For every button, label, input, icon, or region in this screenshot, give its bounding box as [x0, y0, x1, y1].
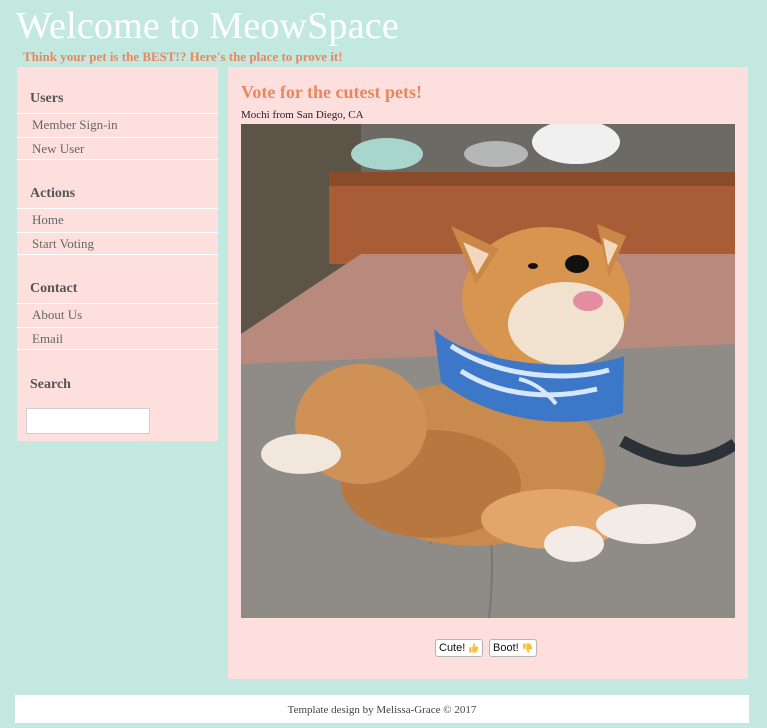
- thumbs-down-icon: [522, 643, 532, 653]
- sidebar-item-start-voting[interactable]: Start Voting: [17, 232, 218, 255]
- sidebar-heading-actions: Actions: [30, 186, 76, 201]
- site-tagline: Think your pet is the BEST!? Here's the …: [23, 49, 343, 64]
- sidebar-heading-users: Users: [30, 91, 64, 106]
- sidebar-item-new-user[interactable]: New User: [17, 137, 218, 160]
- sidebar-item-home[interactable]: Home: [17, 208, 218, 231]
- sidebar-item-member-sign-in[interactable]: Member Sign-in: [17, 113, 218, 136]
- site-title: Welcome to MeowSpace: [16, 5, 399, 47]
- sidebar-heading-contact: Contact: [30, 281, 78, 296]
- pet-photo: [241, 124, 735, 618]
- sidebar-heading-search: Search: [30, 377, 71, 392]
- cute-button-label: Cute!: [439, 642, 466, 654]
- main-panel: Vote for the cutest pets! Mochi from San…: [228, 67, 748, 679]
- pet-caption: Mochi from San Diego, CA: [241, 109, 364, 121]
- cute-button[interactable]: Cute!: [435, 639, 484, 657]
- thumbs-up-icon: [469, 643, 479, 653]
- sidebar-item-email[interactable]: Email: [17, 327, 218, 350]
- search-input[interactable]: [26, 408, 150, 434]
- boot-button-label: Boot!: [493, 642, 519, 654]
- sidebar-item-about-us[interactable]: About Us: [17, 303, 218, 326]
- sidebar: Users Member Sign-in New User Actions Ho…: [17, 67, 218, 441]
- footer: Template design by Melissa-Grace © 2017: [15, 695, 749, 723]
- boot-button[interactable]: Boot!: [489, 639, 537, 657]
- main-heading: Vote for the cutest pets!: [241, 82, 422, 102]
